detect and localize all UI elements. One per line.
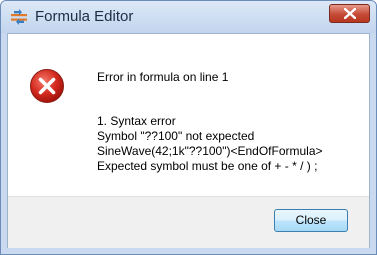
window-close-button[interactable] xyxy=(329,4,370,23)
error-details: 1. Syntax error Symbol "??100" not expec… xyxy=(97,114,323,174)
error-detail-line: SineWave(42;1k"??100")<EndOfFormula> xyxy=(97,144,323,158)
title-bar[interactable]: Formula Editor xyxy=(1,1,376,33)
close-button[interactable]: Close xyxy=(274,209,348,232)
error-icon xyxy=(29,68,65,104)
error-heading: Error in formula on line 1 xyxy=(97,70,229,84)
button-bar: Close xyxy=(8,196,369,248)
formula-editor-dialog: Formula Editor Error in formula on line … xyxy=(0,0,377,255)
formula-editor-icon xyxy=(10,8,28,26)
error-detail-line: Expected symbol must be one of + - * / )… xyxy=(97,159,318,173)
dialog-content: Error in formula on line 1 1. Syntax err… xyxy=(7,33,370,248)
close-icon xyxy=(344,8,356,19)
error-detail-line: 1. Syntax error xyxy=(97,114,176,128)
window-title: Formula Editor xyxy=(35,8,134,25)
error-detail-line: Symbol "??100" not expected xyxy=(97,129,255,143)
